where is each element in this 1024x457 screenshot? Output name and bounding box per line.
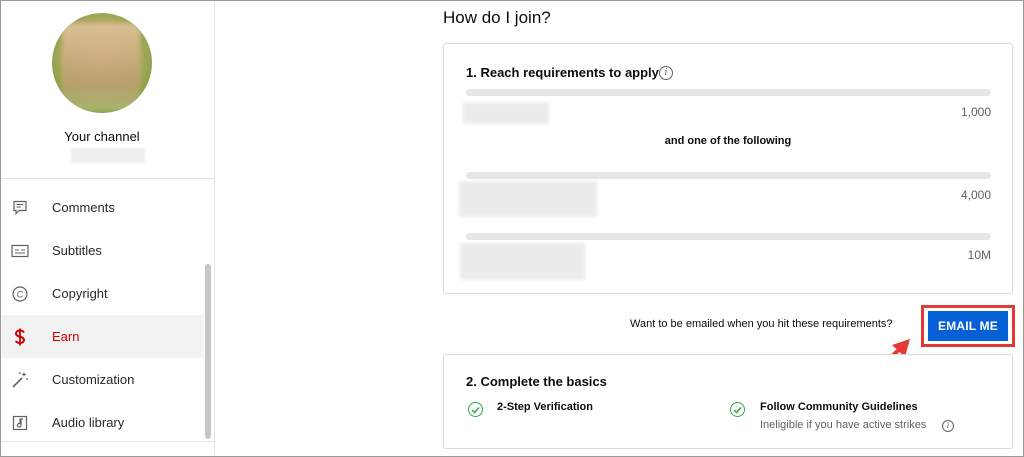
sidebar-scrollbar[interactable] xyxy=(205,264,211,439)
comment-icon xyxy=(11,199,29,217)
sidebar-item-subtitles[interactable]: Subtitles xyxy=(1,229,203,272)
requirement-label-redacted xyxy=(463,102,549,124)
info-icon[interactable]: i xyxy=(659,66,673,80)
sidebar-item-label: Copyright xyxy=(52,286,108,301)
sidebar-item-customization[interactable]: Customization xyxy=(1,358,203,401)
subtitles-icon xyxy=(11,242,29,260)
requirement-label-redacted xyxy=(459,181,597,217)
sidebar-item-label: Customization xyxy=(52,372,135,387)
copyright-icon: C xyxy=(11,285,29,303)
community-guidelines-sub: Ineligible if you have active strikes xyxy=(760,419,927,431)
audio-library-icon xyxy=(11,414,29,432)
sidebar-item-label: Comments xyxy=(52,200,115,215)
page-heading: How do I join? xyxy=(443,8,551,27)
two-step-verification-label: 2-Step Verification xyxy=(497,401,593,413)
basics-card: 2. Complete the basics 2-Step Verificati… xyxy=(443,354,1013,449)
avatar-image-blurred xyxy=(62,23,140,111)
sidebar-item-audio-library[interactable]: Audio library xyxy=(1,401,203,444)
channel-name-redacted xyxy=(71,148,145,163)
watch-hours-progress-bar xyxy=(466,172,991,179)
requirements-title: 1. Reach requirements to apply xyxy=(466,65,659,80)
sidebar-item-copyright[interactable]: C Copyright xyxy=(1,272,203,315)
sidebar: Your channel Comments Subtitles C Copyri… xyxy=(1,1,215,456)
check-icon xyxy=(468,402,483,417)
requirement-value: 4,000 xyxy=(960,188,991,202)
magic-wand-icon xyxy=(11,371,29,389)
sidebar-item-earn[interactable]: Earn xyxy=(1,315,203,358)
sidebar-bottom-divider xyxy=(1,441,215,442)
sidebar-item-label: Audio library xyxy=(52,415,125,430)
sidebar-divider xyxy=(1,178,215,179)
sidebar-nav: Comments Subtitles C Copyright Earn Cust… xyxy=(1,186,203,444)
dollar-icon xyxy=(11,328,29,346)
email-prompt: Want to be emailed when you hit these re… xyxy=(630,318,893,330)
requirement-label-redacted xyxy=(460,243,585,280)
basics-title: 2. Complete the basics xyxy=(466,374,607,389)
community-guidelines-label: Follow Community Guidelines xyxy=(760,401,918,413)
shorts-views-progress-bar xyxy=(466,233,991,240)
channel-label: Your channel xyxy=(64,129,140,144)
info-icon[interactable]: i xyxy=(942,420,954,432)
subscribers-progress-bar xyxy=(466,89,991,96)
and-one-label: and one of the following xyxy=(664,135,792,147)
sidebar-item-label: Subtitles xyxy=(52,243,102,258)
requirement-value: 1,000 xyxy=(960,105,991,119)
email-me-button[interactable]: EMAIL ME xyxy=(928,311,1008,341)
requirement-value: 10M xyxy=(967,248,991,262)
svg-text:C: C xyxy=(17,289,24,299)
sidebar-item-comments[interactable]: Comments xyxy=(1,186,203,229)
sidebar-item-label: Earn xyxy=(52,329,80,344)
channel-avatar[interactable] xyxy=(52,13,152,113)
check-icon xyxy=(730,402,745,417)
requirements-card: 1. Reach requirements to apply i 1,000 a… xyxy=(443,43,1013,294)
